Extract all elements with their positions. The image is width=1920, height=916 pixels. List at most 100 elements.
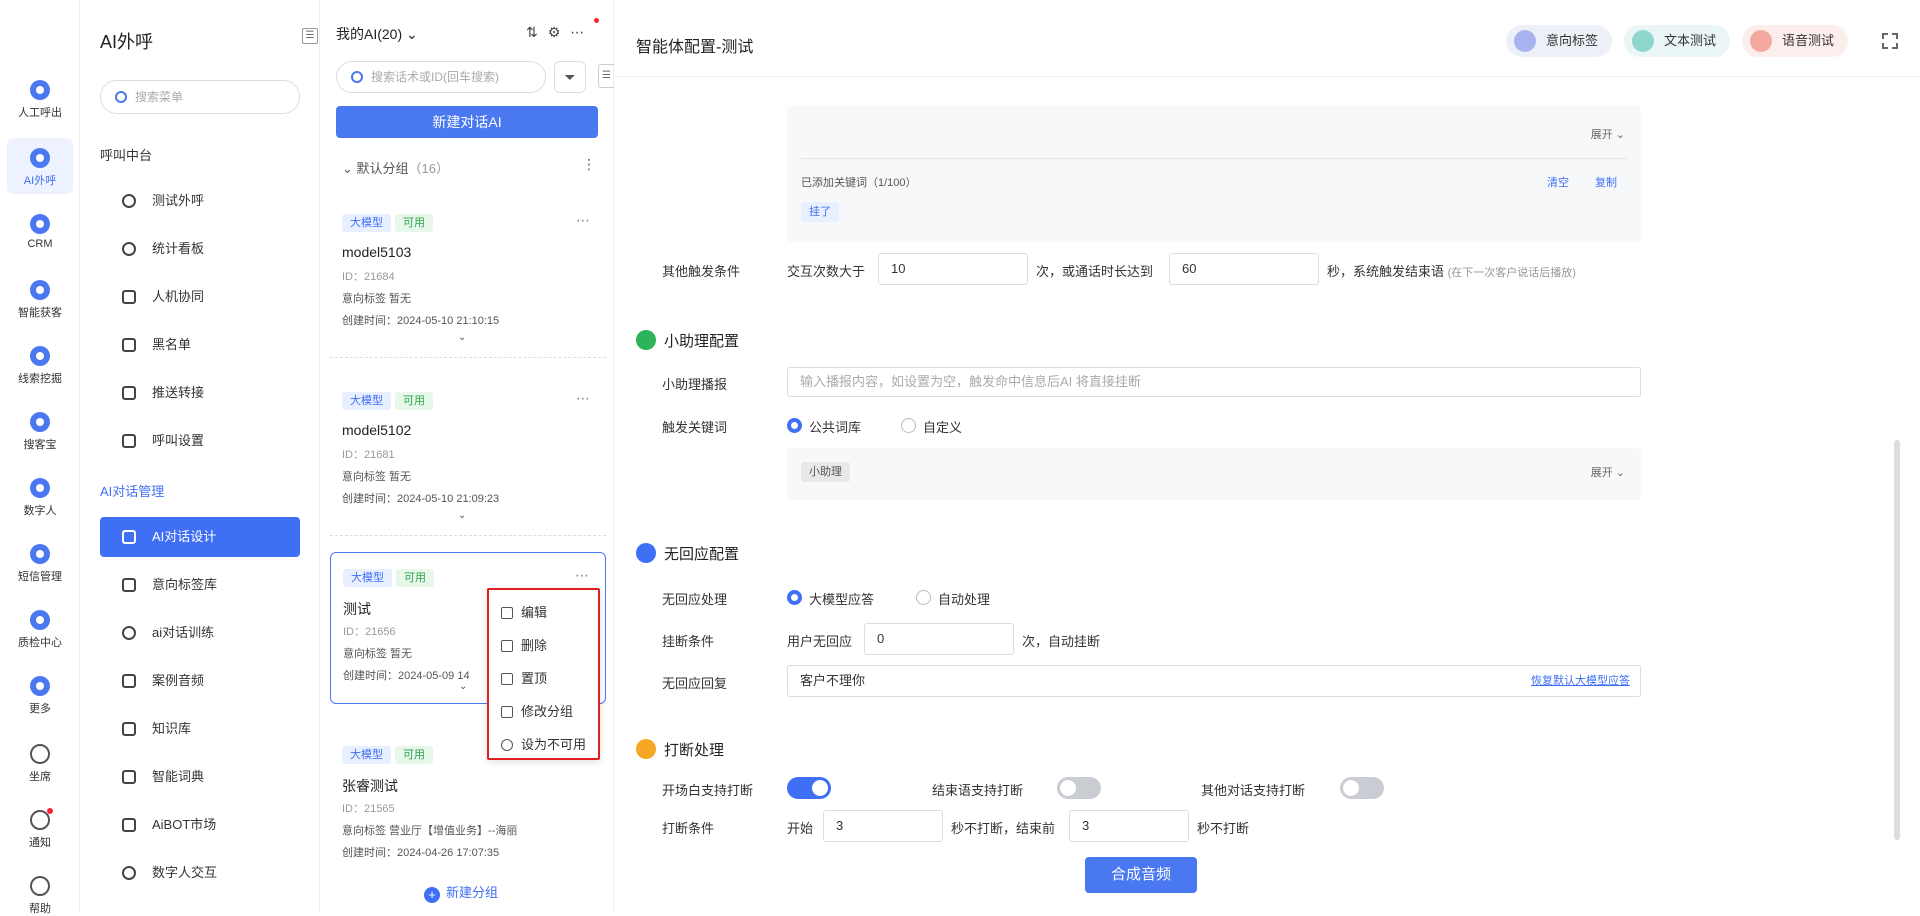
menu-item-stats[interactable]: 统计看板 <box>100 229 300 269</box>
menu-item-digital-interaction[interactable]: 数字人交互 <box>100 853 300 893</box>
copy-link[interactable]: 复制 <box>1595 174 1617 190</box>
menu-edit[interactable]: 编辑 <box>501 603 547 623</box>
other-interrupt-toggle[interactable] <box>1340 777 1384 799</box>
card-name: model5103 <box>342 244 412 260</box>
menu-pin-top[interactable]: 置顶 <box>501 669 547 689</box>
keyword-chip[interactable]: 挂了 <box>801 202 839 222</box>
menu-item-case-audio[interactable]: 案例音频 <box>100 661 300 701</box>
rail-item-crm[interactable]: CRM <box>7 204 73 260</box>
menu-disable[interactable]: 设为不可用 <box>501 735 586 755</box>
microphone-icon <box>1750 30 1772 52</box>
model-tag: 大模型 <box>342 746 391 764</box>
gear-icon[interactable]: ⚙ <box>548 24 571 40</box>
menu-item-blacklist[interactable]: 黑名单 <box>100 325 300 365</box>
synthesize-audio-button[interactable]: 合成音频 <box>1085 857 1197 893</box>
card-more-icon[interactable]: ⋯ <box>576 212 590 229</box>
search-customer-icon <box>30 412 50 432</box>
rail-item-manual-call[interactable]: 人工呼出 <box>7 70 73 126</box>
face-scan-icon <box>122 290 136 304</box>
radio-auto-handle[interactable]: 自动处理 <box>916 589 990 608</box>
call-duration-input[interactable]: 60 <box>1169 253 1319 285</box>
list-search-input[interactable]: 搜索话术或ID(回车搜索) <box>336 61 546 93</box>
group-header[interactable]: ⌄ 默认分组（16） <box>342 158 449 177</box>
menu-item-ai-dialog-design[interactable]: AI对话设计 <box>100 517 300 557</box>
warning-icon <box>122 338 136 352</box>
rail-item-search-customer[interactable]: 搜客宝 <box>7 402 73 458</box>
rail-item-clue[interactable]: 线索挖掘 <box>7 336 73 392</box>
menu-item-intent-tags[interactable]: 意向标签库 <box>100 565 300 605</box>
menu-item-test-call[interactable]: 测试外呼 <box>100 181 300 221</box>
chevron-down-icon[interactable]: ⌄ <box>458 510 466 521</box>
radio-custom[interactable]: 自定义 <box>901 417 962 436</box>
menu-item-aibot-market[interactable]: AiBOT市场 <box>100 805 300 845</box>
ai-card[interactable]: 大模型 可用 ⋯ model5102 ID：21681 意向标签 暂无 创建时间：… <box>330 376 606 536</box>
card-more-icon[interactable]: ⋯ <box>575 567 589 584</box>
expand-link[interactable]: 展开 ⌄ <box>1591 126 1625 142</box>
menu-item-call-settings[interactable]: 呼叫设置 <box>100 421 300 461</box>
rail-item-seat[interactable]: 坐席 <box>7 734 73 790</box>
user-icon <box>636 543 656 563</box>
menu-group-ai-dialog: AI对话管理 <box>100 484 165 499</box>
interrupt-start-input[interactable]: 3 <box>823 810 943 842</box>
chevron-down-icon[interactable]: ⌄ <box>458 332 466 343</box>
rail-item-help[interactable]: 帮助 <box>7 866 73 915</box>
more-icon[interactable]: ⋯ <box>570 24 594 40</box>
card-id: ID：21565 <box>342 803 395 815</box>
text-test-button[interactable]: 文本测试 <box>1624 25 1731 57</box>
phone-out-icon <box>30 80 50 100</box>
new-group-button[interactable]: + 新建分组 <box>424 882 498 903</box>
card-context-menu: 编辑 删除 置顶 修改分组 设为不可用 <box>487 588 600 760</box>
menu-change-group[interactable]: 修改分组 <box>501 702 573 722</box>
group-more-icon[interactable]: ⋮ <box>582 156 596 173</box>
new-ai-button[interactable]: 新建对话AI <box>336 106 598 138</box>
interrupt-start-text: 开始 <box>787 821 814 836</box>
interrupt-condition-label: 打断条件 <box>662 821 715 836</box>
card-id: ID：21681 <box>342 449 395 461</box>
rail-item-acquire[interactable]: 智能获客 <box>7 270 73 326</box>
end-interrupt-toggle[interactable] <box>1057 777 1101 799</box>
voice-test-button[interactable]: 语音测试 <box>1742 25 1849 57</box>
book-icon <box>122 770 136 784</box>
noreply-reply-input[interactable]: 客户不理你 恢复默认大模型应答 <box>787 665 1641 697</box>
menu-item-dictionary[interactable]: 智能词典 <box>100 757 300 797</box>
radio-public-lexicon[interactable]: 公共词库 <box>787 417 861 436</box>
acquire-icon <box>30 280 50 300</box>
menu-delete[interactable]: 删除 <box>501 636 547 656</box>
open-interrupt-toggle[interactable] <box>787 777 831 799</box>
rail-item-ai-call[interactable]: AI外呼 <box>7 138 73 194</box>
noreply-count-input[interactable]: 0 <box>864 623 1014 655</box>
assistant-broadcast-input[interactable]: 输入播报内容，如设置为空，触发命中信息后AI 将直接挂断 <box>787 367 1641 397</box>
main-scrollbar[interactable] <box>1894 440 1900 840</box>
collapse-menu-icon[interactable]: ☰ <box>302 28 318 44</box>
rail-item-more[interactable]: 更多 <box>7 666 73 722</box>
rail-item-sms[interactable]: 短信管理 <box>7 534 73 590</box>
restore-default-link[interactable]: 恢复默认大模型应答 <box>1531 666 1630 696</box>
expand-link[interactable]: 展开 ⌄ <box>1591 464 1625 480</box>
intent-tag-button[interactable]: 意向标签 <box>1506 25 1613 57</box>
noreply-handle-label: 无回应处理 <box>662 592 728 607</box>
robot-icon <box>636 330 656 350</box>
rail-item-quality[interactable]: 质检中心 <box>7 600 73 656</box>
ai-card[interactable]: 大模型 可用 ⋯ model5103 ID：21684 意向标签 暂无 创建时间：… <box>330 198 606 358</box>
card-time: 创建时间：2024-04-26 17:07:35 <box>342 847 500 859</box>
pie-chart-icon <box>122 242 136 256</box>
menu-group-call-center: 呼叫中台 <box>100 148 153 163</box>
menu-item-knowledge[interactable]: 知识库 <box>100 709 300 749</box>
menu-search-input[interactable]: 搜索菜单 <box>100 80 300 114</box>
clear-link[interactable]: 清空 <box>1547 174 1569 190</box>
filter-icon[interactable]: ⏷ <box>554 61 586 93</box>
menu-item-push-transfer[interactable]: 推送转接 <box>100 373 300 413</box>
interaction-count-input[interactable]: 10 <box>878 253 1028 285</box>
list-collapse-icon[interactable]: ☰ <box>598 64 614 88</box>
rail-item-digital-human[interactable]: 数字人 <box>7 468 73 524</box>
menu-item-ai-training[interactable]: ai对话训练 <box>100 613 300 653</box>
sort-icon[interactable]: ⇅ <box>526 24 548 40</box>
interrupt-end-input[interactable]: 3 <box>1069 810 1189 842</box>
radio-llm-reply[interactable]: 大模型应答 <box>787 589 874 608</box>
chevron-down-icon[interactable]: ⌄ <box>459 681 467 692</box>
rail-item-notice[interactable]: 通知 <box>7 800 73 856</box>
menu-item-human-machine[interactable]: 人机协同 <box>100 277 300 317</box>
fullscreen-icon[interactable] <box>1882 33 1898 49</box>
card-more-icon[interactable]: ⋯ <box>576 390 590 407</box>
my-ai-dropdown[interactable]: 我的AI(20) ⌄ <box>336 24 418 44</box>
